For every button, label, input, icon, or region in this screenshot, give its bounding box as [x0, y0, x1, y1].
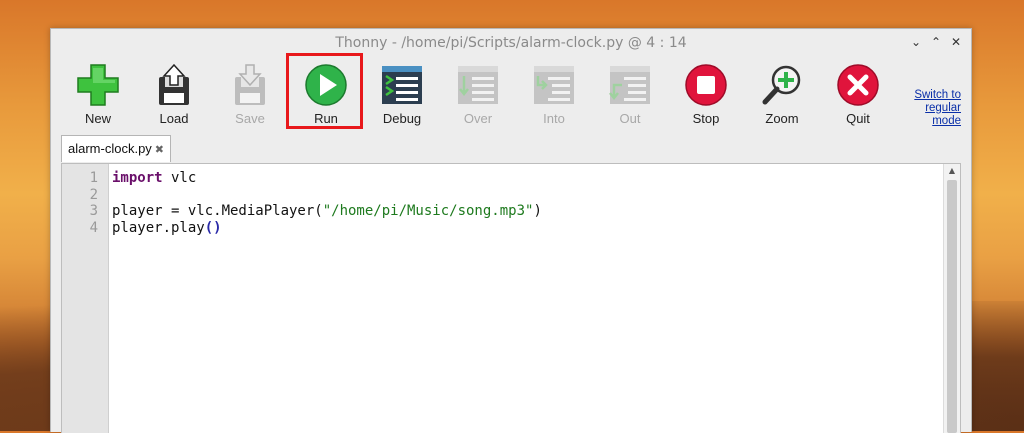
stop-label: Stop [692, 111, 720, 126]
save-label: Save [235, 111, 265, 126]
zoom-icon [762, 65, 801, 105]
step-into-icon [534, 66, 574, 104]
stop-button[interactable]: Stop [671, 61, 741, 155]
scrollbar-thumb[interactable] [947, 180, 957, 433]
zoom-label: Zoom [765, 111, 799, 126]
window-title: Thonny - /home/pi/Scripts/alarm-clock.py… [335, 35, 687, 51]
out-label: Out [619, 111, 641, 126]
load-icon [159, 63, 189, 105]
tab-alarm-clock-py[interactable]: alarm-clock.py ✖ [61, 135, 172, 162]
step-into-button[interactable]: Into [519, 61, 589, 155]
code-editor[interactable]: 1 2 3 4 import vlc player = vlc.MediaPla… [61, 163, 961, 433]
new-icon [77, 64, 119, 106]
step-over-button[interactable]: Over [443, 61, 513, 155]
code-token: ) [533, 203, 542, 219]
string-literal: "/home/pi/Music/song.mp3" [322, 203, 534, 219]
call-parens: () [204, 219, 222, 236]
keyword-import: import [112, 170, 163, 186]
line-number: 3 [89, 203, 98, 219]
line-number: 4 [89, 219, 98, 236]
step-out-button[interactable]: Out [595, 61, 665, 155]
code-text[interactable]: import vlc player = vlc.MediaPlayer("/ho… [112, 170, 542, 236]
save-button[interactable]: Save [215, 61, 285, 155]
tab-label: alarm-clock.py [68, 141, 152, 156]
into-label: Into [543, 111, 565, 126]
scroll-up-arrow-icon[interactable]: ▲ [944, 164, 960, 178]
stop-icon [685, 64, 727, 106]
zoom-button[interactable]: Zoom [747, 61, 817, 155]
debug-icon [382, 66, 422, 104]
close-window-button[interactable]: ✕ [949, 35, 963, 49]
code-line-4: player.play() [112, 220, 542, 237]
vertical-scrollbar[interactable]: ▲ [943, 164, 960, 433]
code-token: player = vlc.MediaPlayer( [112, 203, 323, 219]
switch-to-regular-mode-link[interactable]: Switch to regular mode [897, 89, 961, 128]
title-bar: Thonny - /home/pi/Scripts/alarm-clock.py… [51, 29, 971, 57]
line-number-gutter: 1 2 3 4 [62, 164, 109, 433]
run-highlight-box [286, 53, 363, 129]
line-number: 2 [89, 186, 98, 203]
quit-label: Quit [846, 111, 870, 126]
code-line-1: import vlc [112, 170, 542, 187]
save-icon [235, 64, 265, 105]
editor-tabs: alarm-clock.py ✖ [61, 135, 172, 163]
line-number: 1 [89, 170, 98, 186]
toolbar: New Load Save Run Debug Over Into Out St… [51, 57, 971, 157]
new-label: New [84, 111, 111, 126]
over-label: Over [463, 111, 493, 126]
quit-icon [837, 64, 879, 106]
code-token: player.play [112, 219, 205, 236]
minimize-button[interactable]: ⌄ [909, 35, 923, 49]
thonny-window: Thonny - /home/pi/Scripts/alarm-clock.py… [50, 28, 972, 433]
debug-button[interactable]: Debug [367, 61, 437, 155]
code-line-3: player = vlc.MediaPlayer("/home/pi/Music… [112, 203, 542, 220]
code-token: vlc [162, 170, 197, 186]
maximize-button[interactable]: ⌃ [929, 35, 943, 49]
window-controls: ⌄ ⌃ ✕ [909, 35, 963, 49]
close-tab-icon[interactable]: ✖ [155, 144, 164, 156]
step-over-icon [458, 66, 498, 104]
quit-button[interactable]: Quit [823, 61, 893, 155]
step-out-icon [609, 66, 650, 104]
load-label: Load [159, 111, 189, 126]
debug-label: Debug [382, 111, 422, 126]
